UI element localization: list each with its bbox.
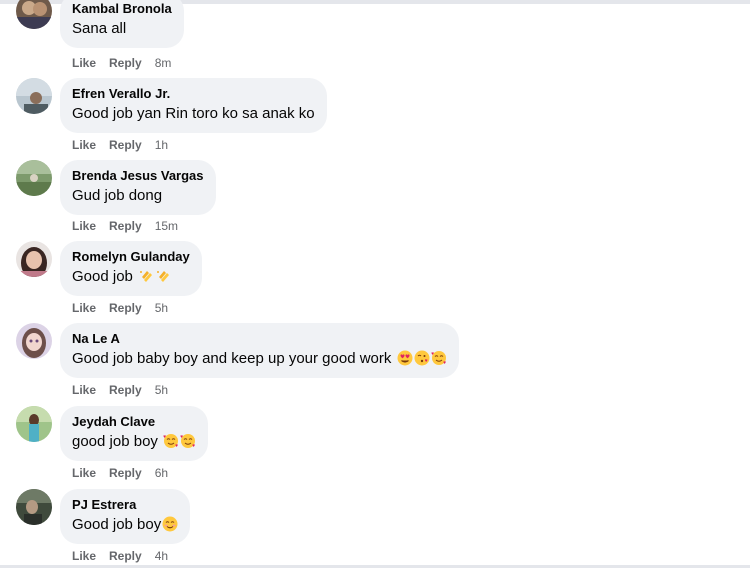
comment-text-content: good job boy [72,433,163,450]
comment-author[interactable]: Romelyn Gulanday [72,249,190,265]
comment-text-content: Gud job dong [72,187,163,204]
comment-text-content: Sana all [72,20,127,37]
comment-text-content: Good job boy [72,516,162,533]
comment-bubble: Brenda Jesus Vargas Gud job dong [60,160,216,215]
smiling-face-with-hearts-emoji-icon [163,434,179,448]
reply-button[interactable]: Reply [109,219,142,233]
comment-timestamp[interactable]: 4h [155,549,168,563]
comment-bubble: Na Le A Good job baby boy and keep up yo… [60,323,459,378]
comment-bubble: Romelyn Gulanday Good job [60,241,202,296]
reply-button[interactable]: Reply [109,56,142,70]
like-button[interactable]: Like [72,549,96,563]
comment-text: Good job baby boy and keep up your good … [72,349,447,369]
like-button[interactable]: Like [72,138,96,152]
comment-timestamp[interactable]: 6h [155,466,168,480]
like-button[interactable]: Like [72,466,96,480]
avatar[interactable] [16,323,52,359]
heart-eyes-emoji-icon [397,350,413,366]
like-button[interactable]: Like [72,301,96,315]
comment-text: good job boy [72,432,196,452]
comment-bubble: Kambal Bronola Sana all [60,0,184,48]
smiling-face-emoji-icon [162,516,178,532]
comment-bubble: Jeydah Clave good job boy [60,406,209,461]
comment-timestamp[interactable]: 1h [155,138,168,152]
smiling-face-with-hearts-emoji-icon [431,351,446,365]
comment-text: Good job yan Rin toro ko sa anak ko [72,104,315,124]
comment-actions: Like Reply 15m [72,218,178,234]
comment-bubble: PJ Estrera Good job boy [60,489,191,544]
smiling-face-with-hearts-emoji-icon [180,434,196,448]
comment-author[interactable]: Kambal Bronola [72,1,172,17]
clapping-hands-emoji-icon [157,271,170,282]
avatar[interactable] [16,78,52,114]
comment-actions: Like Reply 5h [72,382,168,398]
reply-button[interactable]: Reply [109,549,142,563]
kissing-face-emoji-icon [414,350,430,366]
avatar[interactable] [16,241,52,277]
comment-author[interactable]: Brenda Jesus Vargas [72,168,204,184]
like-button[interactable]: Like [72,56,96,70]
comment-actions: Like Reply 8m [72,55,171,71]
reply-button[interactable]: Reply [109,138,142,152]
comment-text-content: Good job yan Rin toro ko sa anak ko [72,105,315,122]
comment-list: Kambal Bronola Sana all Like Reply 8m Efre… [0,0,750,568]
comment-actions: Like Reply 5h [72,300,168,316]
reply-button[interactable]: Reply [109,301,142,315]
avatar[interactable] [16,489,52,525]
reply-button[interactable]: Reply [109,383,142,397]
like-button[interactable]: Like [72,219,96,233]
comment-author[interactable]: PJ Estrera [72,497,178,513]
comment-text: Gud job dong [72,186,204,206]
comment-actions: Like Reply 6h [72,465,168,481]
avatar[interactable] [16,406,52,442]
comment-author[interactable]: Efren Verallo Jr. [72,86,315,102]
clapping-hands-emoji-icon [140,271,153,282]
comment-timestamp[interactable]: 15m [155,219,178,233]
comment-text-content: Good job [72,268,138,285]
comment-timestamp[interactable]: 8m [155,56,172,70]
like-button[interactable]: Like [72,383,96,397]
comment-actions: Like Reply 4h [72,548,168,564]
comment-text: Good job [72,267,190,287]
comment-bubble: Efren Verallo Jr. Good job yan Rin toro … [60,78,327,133]
comment-text: Good job boy [72,515,178,535]
comment-author[interactable]: Jeydah Clave [72,414,196,430]
comment-actions: Like Reply 1h [72,137,168,153]
reply-button[interactable]: Reply [109,466,142,480]
avatar[interactable] [16,160,52,196]
comment-text: Sana all [72,19,172,39]
comment-timestamp[interactable]: 5h [155,383,168,397]
avatar[interactable] [16,0,52,29]
comment-timestamp[interactable]: 5h [155,301,168,315]
comment-text-content: Good job baby boy and keep up your good … [72,350,396,367]
comment-author[interactable]: Na Le A [72,331,447,347]
